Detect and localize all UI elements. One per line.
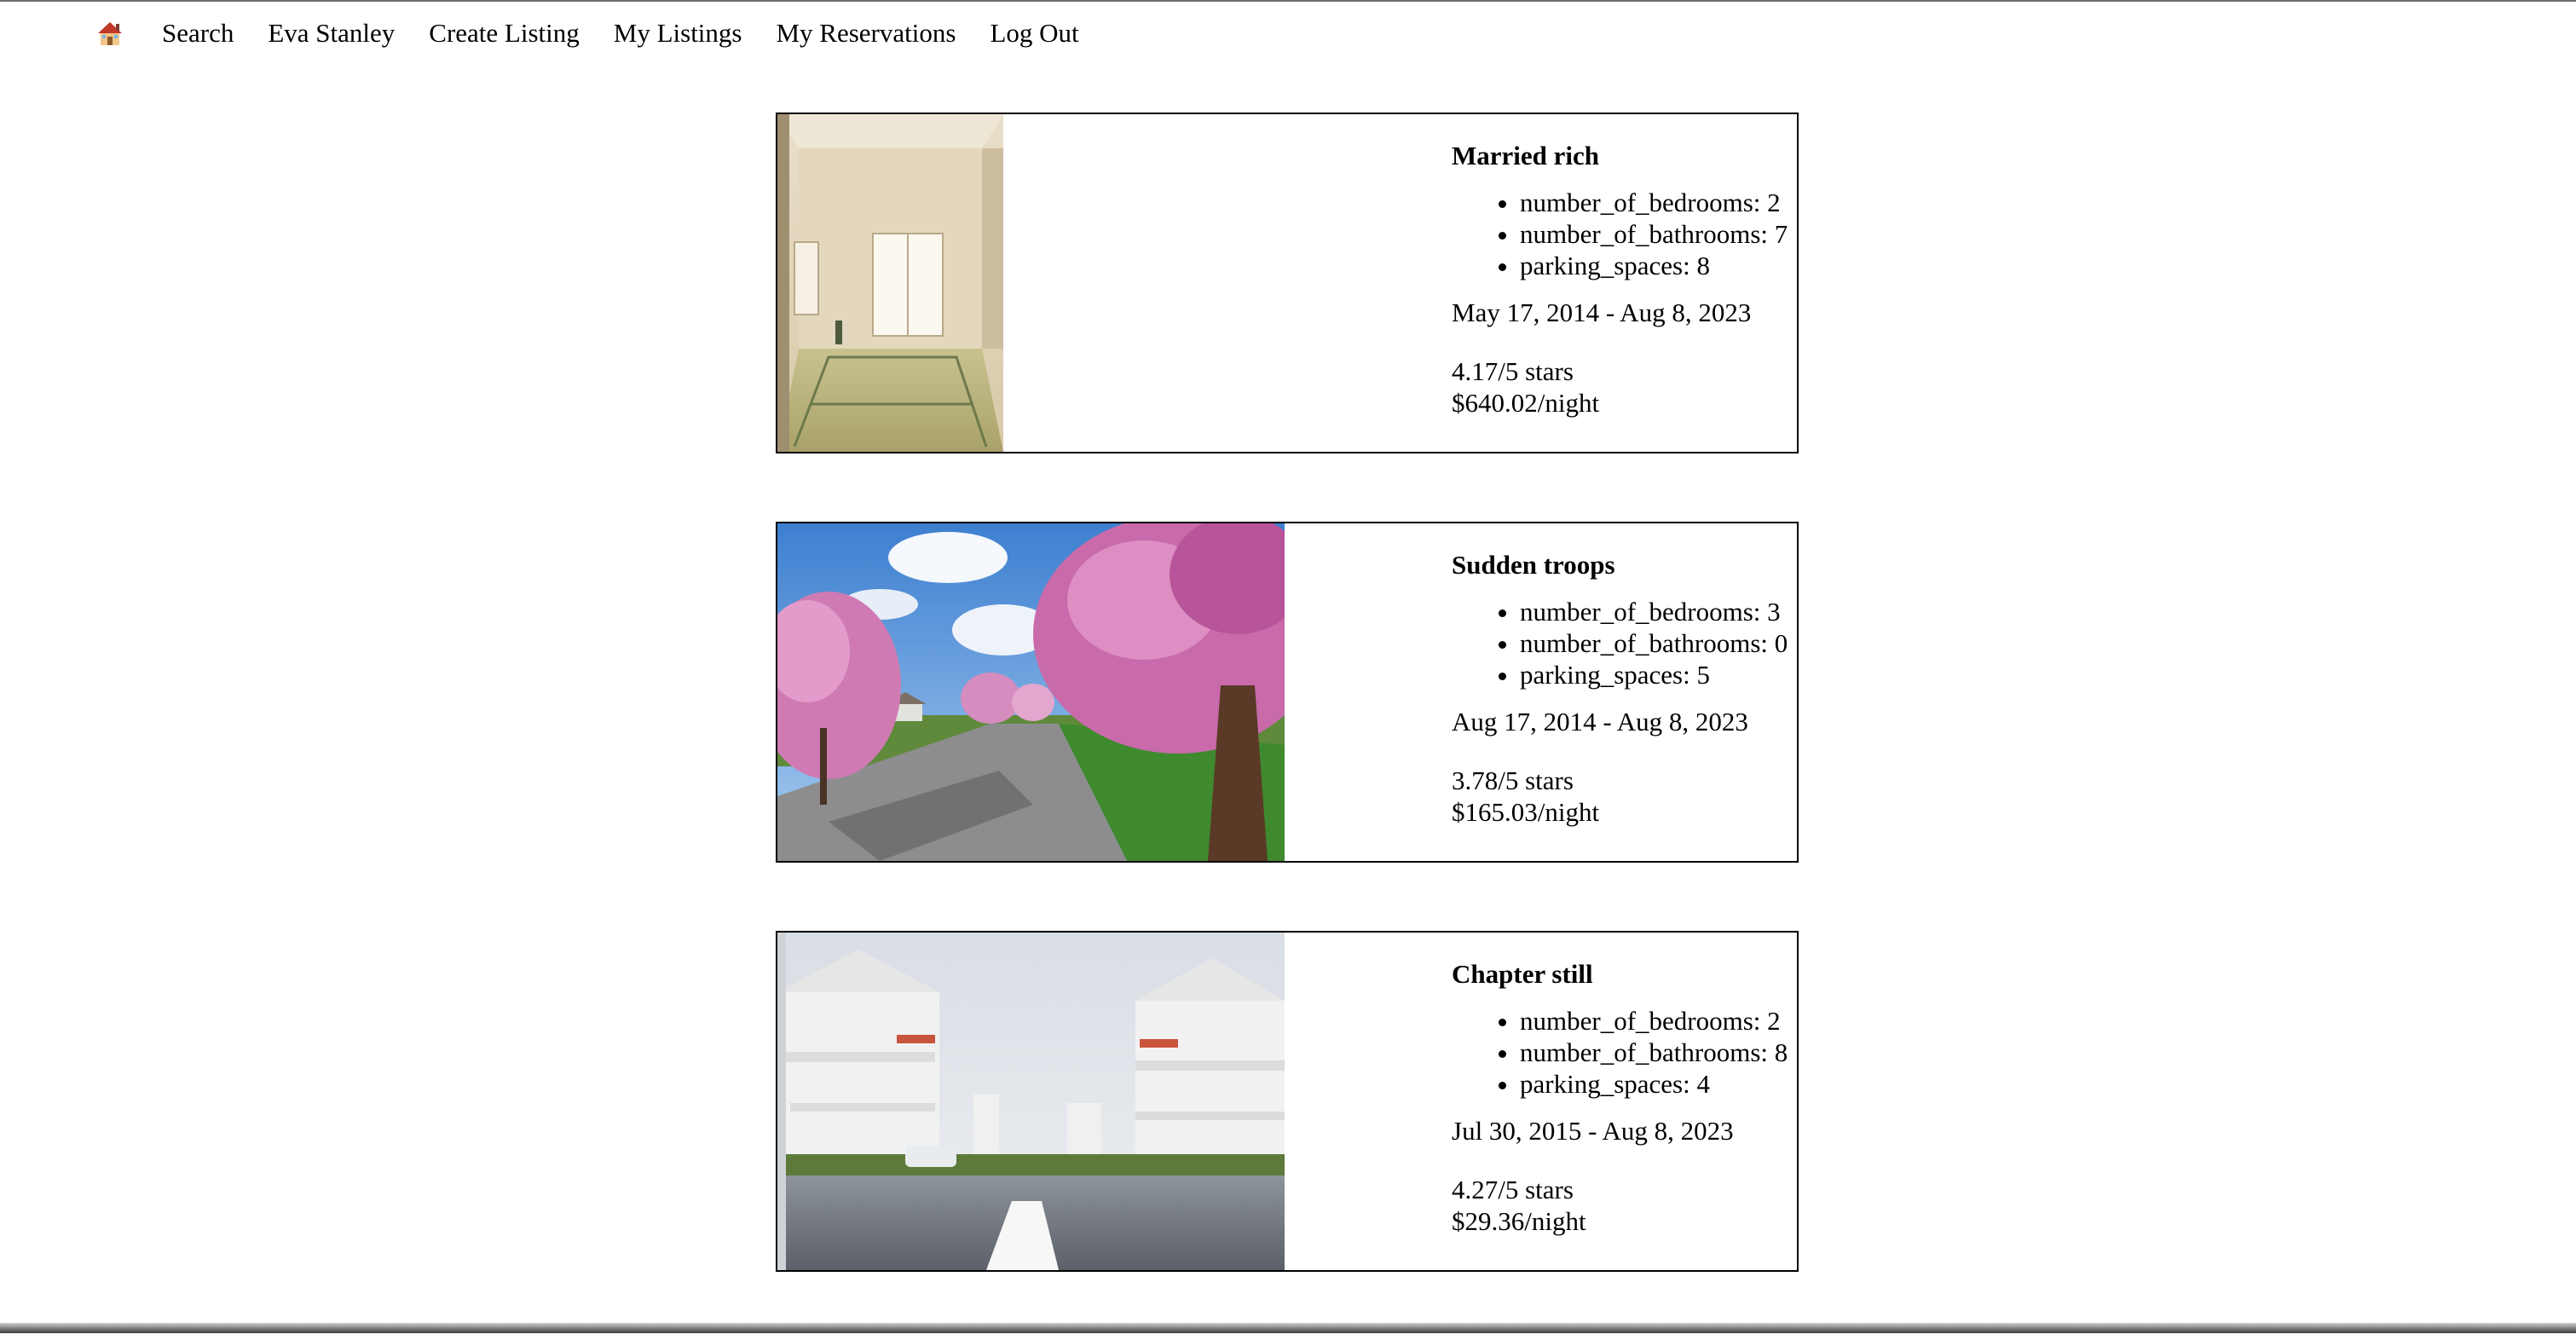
listing-card[interactable]: Chapter still number_of_bedrooms: 2 numb… — [776, 931, 1799, 1272]
nav-user-profile[interactable]: Eva Stanley — [268, 12, 395, 55]
listing-title[interactable]: Sudden troops — [1452, 549, 1797, 580]
listing-availability-dates: Aug 17, 2014 - Aug 8, 2023 — [1452, 707, 1748, 736]
listing-details: Chapter still number_of_bedrooms: 2 numb… — [1452, 958, 1797, 1237]
cherry-blossom-street-photo — [777, 523, 1285, 861]
listing-features: number_of_bedrooms: 2 number_of_bathroom… — [1452, 187, 1797, 281]
home-icon[interactable] — [95, 19, 124, 48]
listing-image[interactable] — [777, 933, 1285, 1270]
listing-price: $640.02/night — [1452, 388, 1600, 418]
nav-my-reservations[interactable]: My Reservations — [776, 12, 956, 55]
listing-title[interactable]: Chapter still — [1452, 958, 1797, 990]
top-navigation: Search Eva Stanley Create Listing My Lis… — [95, 12, 1079, 55]
listing-details: Sudden troops number_of_bedrooms: 3 numb… — [1452, 549, 1797, 828]
listing-availability-dates: May 17, 2014 - Aug 8, 2023 — [1452, 297, 1752, 327]
listing-details: Married rich number_of_bedrooms: 2 numbe… — [1452, 140, 1797, 419]
nav-search[interactable]: Search — [162, 12, 234, 55]
listing-image[interactable] — [777, 523, 1285, 861]
listing-price: $165.03/night — [1452, 797, 1600, 827]
listing-availability-dates: Jul 30, 2015 - Aug 8, 2023 — [1452, 1116, 1734, 1146]
feature-bedrooms: number_of_bedrooms: 2 — [1520, 1005, 1797, 1037]
listing-rating: 4.17/5 stars — [1452, 356, 1574, 386]
listing-rating: 3.78/5 stars — [1452, 765, 1574, 795]
listing-price: $29.36/night — [1452, 1206, 1586, 1236]
listing-card[interactable]: Married rich number_of_bedrooms: 2 numbe… — [776, 113, 1799, 453]
feature-parking: parking_spaces: 4 — [1520, 1068, 1797, 1100]
listing-title[interactable]: Married rich — [1452, 140, 1797, 171]
nav-my-listings[interactable]: My Listings — [614, 12, 742, 55]
listings-list: Married rich number_of_bedrooms: 2 numbe… — [776, 113, 1799, 1340]
feature-bedrooms: number_of_bedrooms: 3 — [1520, 596, 1797, 627]
listing-features: number_of_bedrooms: 3 number_of_bathroom… — [1452, 596, 1797, 690]
feature-parking: parking_spaces: 8 — [1520, 250, 1797, 281]
nav-create-listing[interactable]: Create Listing — [429, 12, 579, 55]
feature-bedrooms: number_of_bedrooms: 2 — [1520, 187, 1797, 218]
feature-bathrooms: number_of_bathrooms: 7 — [1520, 218, 1797, 250]
listing-rating: 4.27/5 stars — [1452, 1175, 1574, 1204]
window-bottom-edge — [0, 1323, 2576, 1333]
listing-card[interactable]: Sudden troops number_of_bedrooms: 3 numb… — [776, 522, 1799, 863]
listing-features: number_of_bedrooms: 2 number_of_bathroom… — [1452, 1005, 1797, 1100]
window-top-edge — [0, 0, 2576, 2]
white-houses-street-photo — [777, 933, 1285, 1270]
nav-log-out[interactable]: Log Out — [990, 12, 1078, 55]
tatami-room-photo — [777, 114, 1003, 452]
feature-bathrooms: number_of_bathrooms: 0 — [1520, 627, 1797, 659]
feature-bathrooms: number_of_bathrooms: 8 — [1520, 1037, 1797, 1068]
listing-image[interactable] — [777, 114, 1003, 452]
feature-parking: parking_spaces: 5 — [1520, 659, 1797, 690]
